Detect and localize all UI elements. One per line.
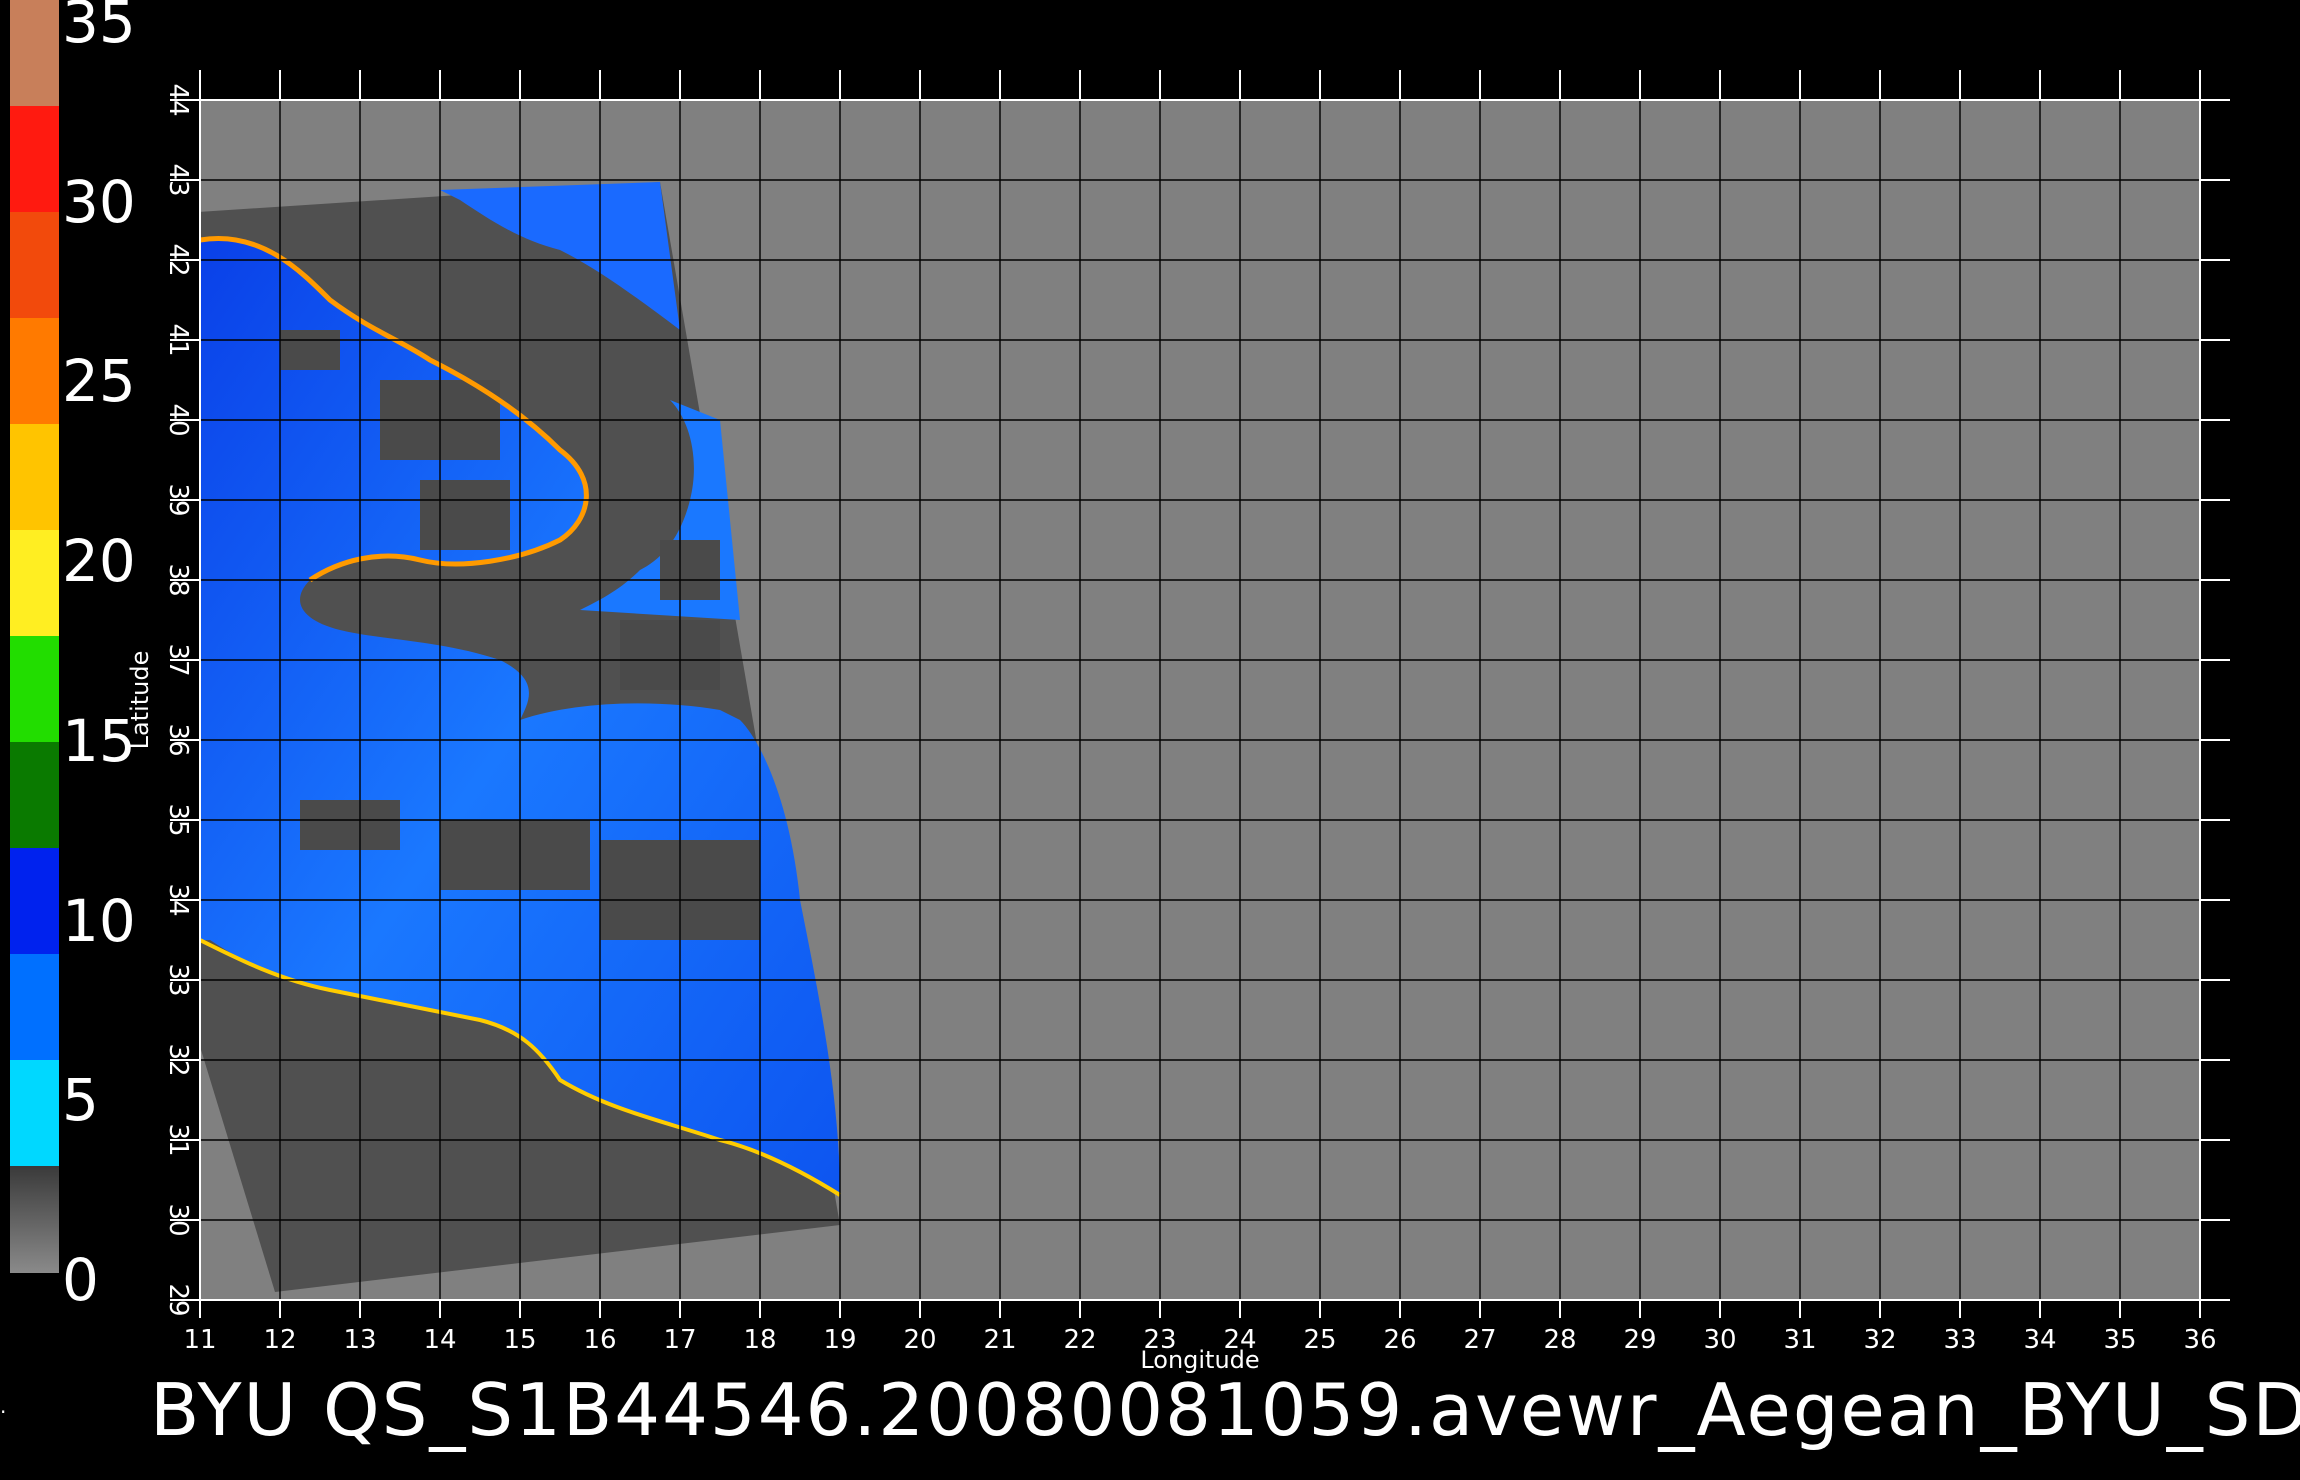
lon-tick-label: 31 (1783, 1325, 1816, 1355)
lon-tick-label: 17 (663, 1325, 696, 1355)
lat-tick-label: 37 (163, 643, 193, 676)
lon-tick-label: 27 (1463, 1325, 1496, 1355)
lon-tick-label: 30 (1703, 1325, 1736, 1355)
lon-tick-label: 25 (1303, 1325, 1336, 1355)
lon-tick-label: 34 (2023, 1325, 2056, 1355)
lon-tick-label: 13 (343, 1325, 376, 1355)
lon-tick-label: 32 (1863, 1325, 1896, 1355)
lon-tick-label: 19 (823, 1325, 856, 1355)
lon-tick-label: 36 (2183, 1325, 2216, 1355)
lat-tick-label: 35 (163, 803, 193, 836)
lat-tick-label: 43 (163, 163, 193, 196)
lon-tick-label: 22 (1063, 1325, 1096, 1355)
lat-tick-label: 32 (163, 1043, 193, 1076)
lon-tick-label: 26 (1383, 1325, 1416, 1355)
lat-tick-label: 38 (163, 563, 193, 596)
lon-tick-label: 33 (1943, 1325, 1976, 1355)
lat-tick-label: 30 (163, 1203, 193, 1236)
lat-tick-label: 31 (163, 1123, 193, 1156)
lat-tick-label: 29 (163, 1283, 193, 1316)
lon-tick-label: 16 (583, 1325, 616, 1355)
lat-tick-label: 33 (163, 963, 193, 996)
lat-tick-label: 42 (163, 243, 193, 276)
lon-tick-label: 21 (983, 1325, 1016, 1355)
lon-tick-label: 29 (1623, 1325, 1656, 1355)
lon-tick-label: 28 (1543, 1325, 1576, 1355)
lon-tick-label: 18 (743, 1325, 776, 1355)
lat-tick-label: 44 (163, 83, 193, 116)
lon-tick-label: 15 (503, 1325, 536, 1355)
lon-tick-label: 12 (263, 1325, 296, 1355)
lat-tick-label: 41 (163, 323, 193, 356)
lat-tick-label: 36 (163, 723, 193, 756)
lat-tick-label: 34 (163, 883, 193, 916)
lon-tick-label: 20 (903, 1325, 936, 1355)
product-caption: BYU QS_S1B44546.20080081059.avewr_Aegean… (150, 1368, 2300, 1452)
edge-mark: · (0, 1400, 7, 1424)
lon-tick-label: 14 (423, 1325, 456, 1355)
lat-tick-label: 39 (163, 483, 193, 516)
wind-map: 11 12 13 14 15 16 17 18 19 20 21 22 23 24 25 26 27 28 29 30… (126, 70, 2230, 1374)
lon-tick-label: 11 (183, 1325, 216, 1355)
lat-tick-label: 40 (163, 403, 193, 436)
lon-tick-label: 35 (2103, 1325, 2136, 1355)
y-axis-label: Latitude (126, 651, 154, 750)
latitude-tick-labels: 29 30 31 32 33 34 35 36 37 38 39 40 41 42 43 44 (163, 83, 193, 1316)
